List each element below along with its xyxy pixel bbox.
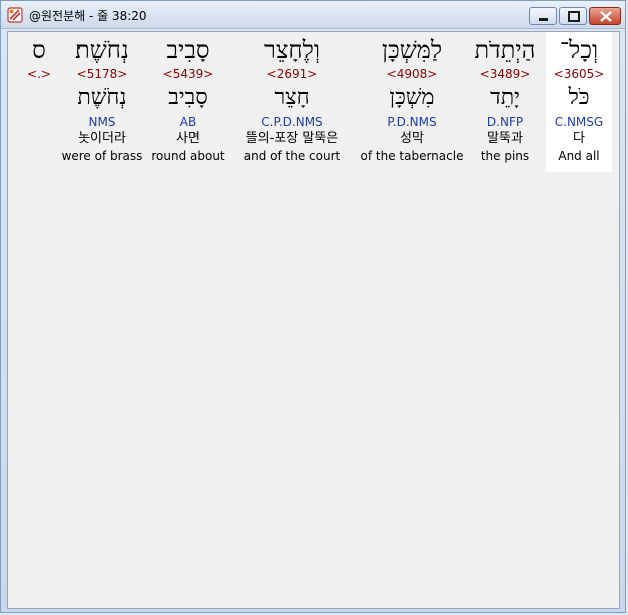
english-gloss: of the tabernacle: [360, 149, 464, 163]
korean-gloss: 뜰의-포장 말뚝은: [245, 131, 339, 146]
window-title: @원전분해 - 줄 38:20: [29, 9, 147, 23]
close-icon: [600, 11, 612, 22]
korean-gloss: 사면: [176, 131, 200, 146]
strong-number[interactable]: <.>: [18, 66, 60, 82]
korean-gloss: 놋이더라: [78, 131, 126, 146]
title-bar[interactable]: @원전분해 - 줄 38:20: [1, 1, 625, 29]
maximize-button[interactable]: [559, 7, 587, 25]
app-icon: [7, 7, 23, 23]
app-window: @원전분해 - 줄 38:20 וְכָל־ <3605> כֹּל C.NMS…: [0, 0, 626, 613]
hebrew-word: נְחֹשֶׁת׃: [75, 36, 129, 64]
word-column-4[interactable]: וְלֶחָצֵר <2691> חָצֵר C.P.D.NMS 뜰의-포장 말…: [232, 32, 352, 164]
strong-number[interactable]: <5178>: [60, 66, 144, 82]
interlinear-panel[interactable]: וְכָל־ <3605> כֹּל C.NMSG 다 And all הַיְ…: [7, 31, 620, 609]
korean-gloss: 말뚝과: [487, 131, 523, 146]
hebrew-lemma: חָצֵר: [274, 85, 310, 110]
hebrew-word: וְכָל־: [559, 36, 599, 64]
strong-number[interactable]: <3489>: [466, 66, 544, 82]
maximize-icon: [568, 11, 580, 22]
strong-number[interactable]: <5439>: [150, 66, 226, 82]
english-gloss: the pins: [480, 149, 530, 163]
hebrew-lemma: נְחֹשֶׁת: [77, 85, 127, 110]
english-gloss: and of the court: [243, 149, 341, 163]
morphology-code: AB: [179, 115, 197, 129]
minimize-button[interactable]: [529, 7, 557, 25]
hebrew-lemma: סָבִיב: [168, 85, 208, 110]
strong-number[interactable]: <4908>: [360, 66, 464, 82]
word-column-2[interactable]: הַיְתֵדֹת <3489> יָתֵד D.NFP 말뚝과 the pin…: [466, 32, 544, 164]
strong-number[interactable]: <3605>: [546, 66, 612, 82]
english-gloss: And all: [558, 149, 600, 163]
korean-gloss: 다: [573, 131, 585, 146]
morphology-code: D.NFP: [486, 115, 524, 129]
word-column-3[interactable]: לַמִּשְׁכָּן <4908> מִשְׁכָּן P.D.NMS 성막…: [360, 32, 464, 164]
morphology-code: C.NMSG: [554, 115, 604, 129]
word-column-1[interactable]: וְכָל־ <3605> כֹּל C.NMSG 다 And all: [546, 32, 612, 172]
hebrew-word: סָבִיב: [166, 36, 210, 64]
word-column-7[interactable]: ס <.>: [18, 32, 60, 82]
english-gloss: were of brass: [61, 149, 143, 163]
close-button[interactable]: [589, 7, 621, 25]
morphology-code: P.D.NMS: [387, 115, 437, 129]
hebrew-lemma: כֹּל: [568, 85, 590, 110]
morphology-code: C.P.D.NMS: [261, 115, 323, 129]
hebrew-word: לַמִּשְׁכָּן: [381, 36, 443, 64]
korean-gloss: 성막: [400, 131, 424, 146]
english-gloss: round about: [151, 149, 225, 163]
hebrew-word: ס: [32, 36, 46, 64]
morphology-code: NMS: [88, 115, 116, 129]
hebrew-word: הַיְתֵדֹת: [474, 36, 536, 64]
hebrew-word: וְלֶחָצֵר: [264, 36, 320, 64]
word-column-6[interactable]: נְחֹשֶׁת׃ <5178> נְחֹשֶׁת NMS 놋이더라 were …: [60, 32, 144, 164]
minimize-icon: [539, 18, 548, 21]
hebrew-lemma: יָתֵד: [490, 85, 520, 110]
strong-number[interactable]: <2691>: [232, 66, 352, 82]
word-column-5[interactable]: סָבִיב <5439> סָבִיב AB 사면 round about: [150, 32, 226, 164]
hebrew-lemma: מִשְׁכָּן: [389, 85, 435, 110]
